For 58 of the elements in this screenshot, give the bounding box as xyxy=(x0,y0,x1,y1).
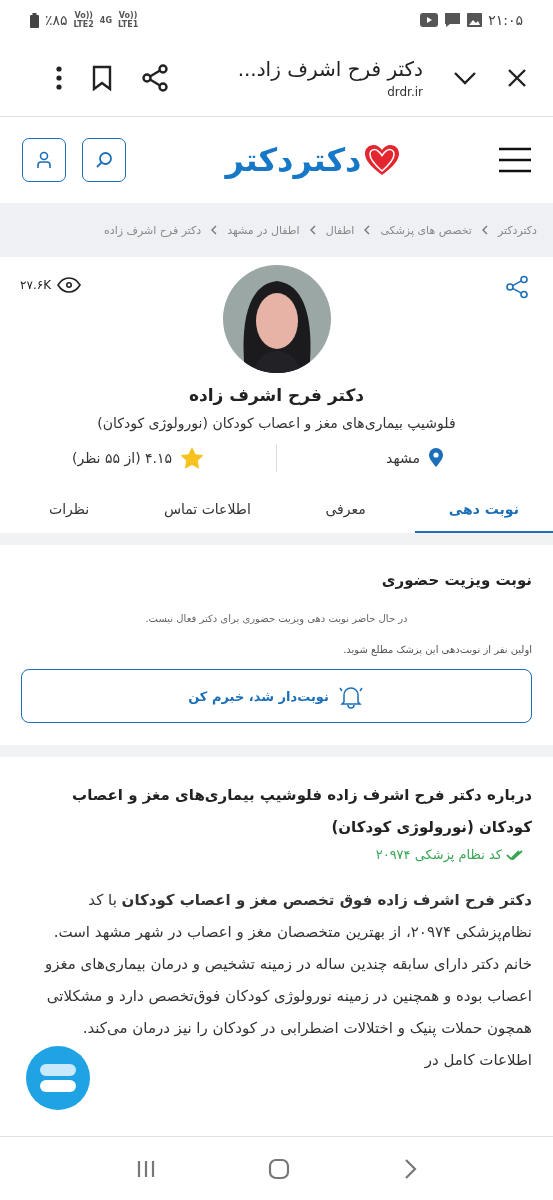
battery-icon xyxy=(30,12,39,28)
breadcrumb-link[interactable]: دکتر فرح اشرف زاده xyxy=(103,223,202,237)
notify-button[interactable]: نوبت‌دار شد، خبرم کن xyxy=(21,669,532,723)
about-paragraph: دکتر فرح اشرف زاده فوق تخصص مغز و اعصاب کودکان با کد نظام‌پزشکی ۲۰۹۷۴، از بهترین متخصصان مغز و اعصاب در شهر مشهد است. خانم دکتر دارای سابقه چندین ساله در زمینه تشخیص و درمان بیماری‌های مغزو اعصاب بوده و همچنین در زمینه نورولوژی کودکان فوق‌تخصص دارد و مشکلاتی همچون حملات پنیک و اختلالات اضطرابی در کودکان را نیز درمان می‌کند. اطلاعات کامل در xyxy=(43,890,532,1071)
section-title: نوبت ویزیت حضوری xyxy=(380,571,532,589)
chevron-left-icon xyxy=(211,225,218,235)
location-pin-icon xyxy=(427,448,444,468)
tab[interactable]: نوبت دهی xyxy=(414,491,553,533)
home-icon[interactable] xyxy=(268,1157,291,1180)
page-title: دکتر فرح اشرف زاد... xyxy=(236,57,423,81)
doctor-specialty: فلوشیپ بیماری‌های مغز و اعصاب کودکان (نورولوژی کودکان) xyxy=(96,415,457,431)
city: مشهد xyxy=(386,450,420,466)
site-logo[interactable]: دکتردکتر xyxy=(225,141,400,179)
account-button[interactable] xyxy=(22,138,66,182)
more-icon[interactable] xyxy=(56,66,62,90)
breadcrumb-link[interactable]: دکتردکتر xyxy=(497,223,537,237)
search-icon xyxy=(95,151,113,169)
rating: ۴.۱۵ (از ۵۵ نظر) xyxy=(71,450,173,466)
message-icon xyxy=(444,12,462,28)
breadcrumb-link[interactable]: اطفال xyxy=(325,223,355,237)
chevron-left-icon xyxy=(481,225,488,235)
tab[interactable]: معرفی xyxy=(276,491,415,533)
stacked-bars-icon xyxy=(38,1062,78,1094)
breadcrumb-link[interactable]: اطفال در مشهد xyxy=(227,223,300,237)
clock: ۲۱:۰۵ xyxy=(488,12,523,28)
hint-text: اولین نفر از نوبت‌دهی این پزشک مطلع شوید. xyxy=(342,644,532,655)
signal-label: 4G xyxy=(99,15,112,25)
battery-percent: ٪۸۵ xyxy=(45,12,68,28)
star-icon xyxy=(180,447,205,469)
chevron-down-icon[interactable] xyxy=(453,71,477,85)
page-url: drdr.ir xyxy=(386,85,423,99)
search-button[interactable] xyxy=(82,138,126,182)
medical-code: کد نظام پزشکی ۲۰۹۷۴ xyxy=(375,847,502,862)
signal-label: LTE1 xyxy=(117,20,139,29)
view-count: ۲۷.۶K xyxy=(20,278,52,292)
about-title: درباره دکتر فرح اشرف زاده فلوشیپ بیماری‌های مغز و اعصاب کودکان (نورولوژی کودکان) xyxy=(71,785,532,838)
menu-icon[interactable] xyxy=(499,147,531,173)
chevron-left-icon xyxy=(309,225,316,235)
doctor-name: دکتر فرح اشرف زاده xyxy=(187,385,366,405)
signal-label: Vo)) xyxy=(74,11,93,20)
notice-text: در حال حاضر نوبت دهی ویزیت حضوری برای دکتر فعال نیست. xyxy=(144,613,409,624)
eye-icon xyxy=(57,277,82,293)
signal-label: Vo)) xyxy=(118,11,138,20)
share-icon[interactable] xyxy=(142,64,168,92)
double-check-icon xyxy=(506,848,524,861)
close-icon[interactable] xyxy=(507,68,527,88)
tab[interactable]: اطلاعات تماس xyxy=(138,491,277,533)
breadcrumb-link[interactable]: تخصص های پزشکی xyxy=(380,223,472,237)
image-icon xyxy=(467,13,483,27)
bookmark-icon[interactable] xyxy=(92,65,112,91)
video-icon xyxy=(420,13,439,27)
back-icon[interactable] xyxy=(402,1157,417,1180)
person-icon xyxy=(36,151,52,169)
signal-label: LTE2 xyxy=(73,20,94,29)
chevron-left-icon xyxy=(364,225,371,235)
tab[interactable]: نظرات xyxy=(0,491,139,533)
recent-apps-icon[interactable] xyxy=(136,1158,157,1179)
heart-icon xyxy=(363,144,400,176)
